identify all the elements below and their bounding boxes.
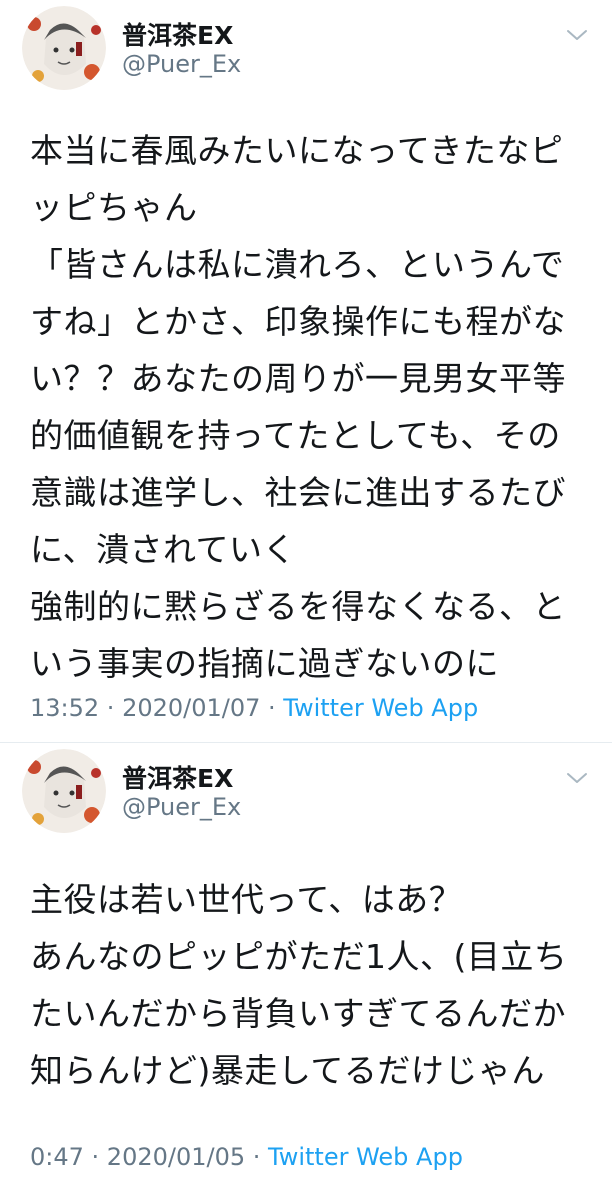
tweet-text-line: 的価値観を持ってたとしても、その (30, 416, 561, 455)
meta-separator: · (83, 1143, 107, 1171)
avatar[interactable] (22, 6, 106, 90)
tweet-time[interactable]: 13:52 (30, 694, 99, 722)
tweet-text-line: たいんだから背負いすぎてるんだか (30, 994, 566, 1033)
tweet-meta: 13:52 · 2020/01/07 · Twitter Web App (30, 694, 478, 722)
tweet-text: 本当に春風みたいになってきたなピ ッピちゃん 「皆さんは私に潰れろ、というんで … (30, 122, 590, 692)
tweet-meta: 0:47 · 2020/01/05 · Twitter Web App (30, 1143, 463, 1171)
tweet[interactable]: 普洱茶EX @Puer_Ex 主役は若い世代って、はあ？ あんなのピッピがただ1… (0, 743, 612, 1200)
tweet-date[interactable]: 2020/01/05 (107, 1143, 245, 1171)
tweet-text-line: 意識は進学し、社会に進出するたび (30, 473, 566, 512)
author-name[interactable]: 普洱茶EX (122, 759, 233, 795)
tweet-text-line: あんなのピッピがただ1人、(目立ち (30, 937, 568, 976)
meta-separator: · (245, 1143, 269, 1171)
tweet-text-line: 本当に春風みたいになってきたなピ (30, 131, 564, 170)
author-handle[interactable]: @Puer_Ex (122, 50, 241, 78)
tweet-text-line: い？？あなたの周りが一見男女平等 (30, 359, 566, 398)
tweet-text-line: 「皆さんは私に潰れろ、というんで (30, 245, 565, 284)
author-handle[interactable]: @Puer_Ex (122, 793, 241, 821)
tweet-text-line: ッピちゃん (30, 188, 198, 227)
tweet-text: 主役は若い世代って、はあ？ あんなのピッピがただ1人、(目立ち たいんだから背負… (30, 871, 590, 1099)
avatar[interactable] (22, 749, 106, 833)
author-name[interactable]: 普洱茶EX (122, 16, 233, 52)
tweet-text-line: 主役は若い世代って、はあ？ (30, 880, 463, 919)
chevron-down-icon[interactable] (566, 771, 588, 785)
meta-separator: · (99, 694, 123, 722)
tweet-text-line: すね」とかさ、印象操作にも程がな (30, 302, 566, 341)
tweet-date[interactable]: 2020/01/07 (122, 694, 260, 722)
tweet-source-link[interactable]: Twitter Web App (283, 694, 478, 722)
tweet-time[interactable]: 0:47 (30, 1143, 84, 1171)
tweet[interactable]: 普洱茶EX @Puer_Ex 本当に春風みたいになってきたなピ ッピちゃん 「皆… (0, 0, 612, 742)
tweet-text-line: 知らんけど)暴走してるだけじゃん (30, 1051, 545, 1090)
tweet-text-line: 強制的に黙らざるを得なくなる、と (30, 587, 566, 626)
chevron-down-icon[interactable] (566, 28, 588, 42)
meta-separator: · (260, 694, 284, 722)
tweet-text-line: に、潰されていく (30, 530, 297, 569)
tweet-text-line: いう事実の指摘に過ぎないのに (30, 644, 499, 683)
tweet-source-link[interactable]: Twitter Web App (268, 1143, 463, 1171)
